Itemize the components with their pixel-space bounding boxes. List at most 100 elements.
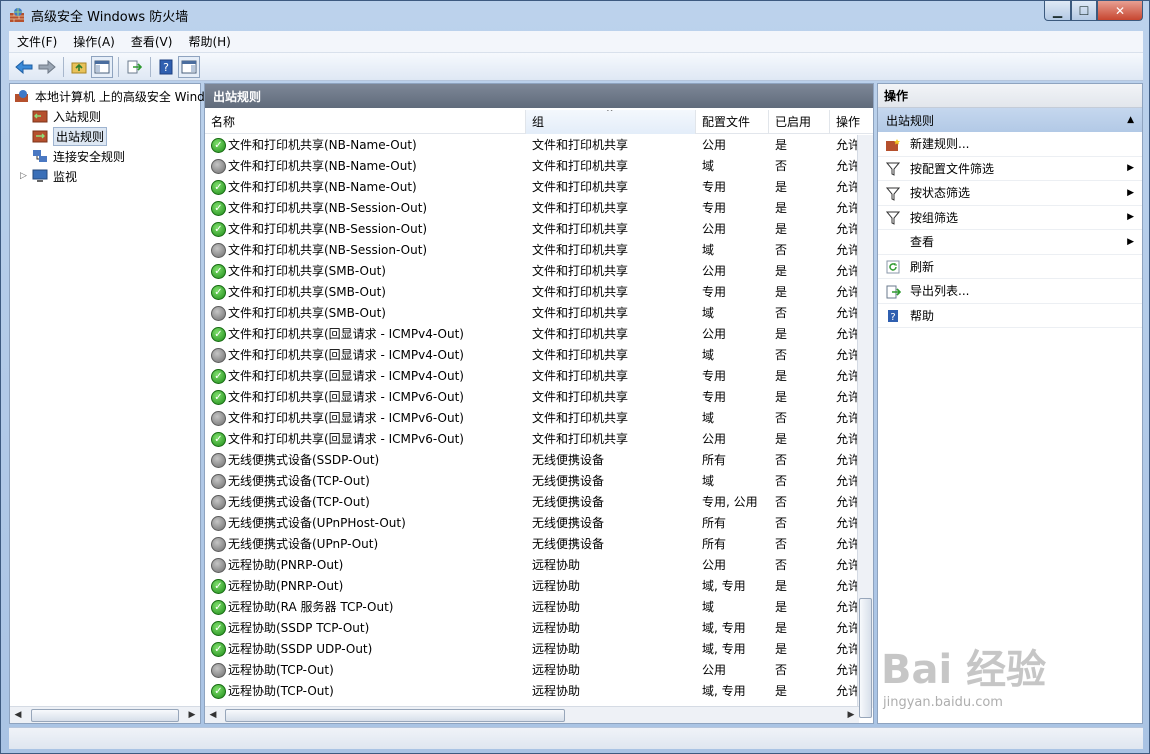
cell-group: 文件和打印机共享 xyxy=(532,411,629,425)
tree-horizontal-scrollbar[interactable]: ◀ ▶ xyxy=(10,706,200,723)
menu-help[interactable]: 帮助(H) xyxy=(180,33,238,50)
table-row[interactable]: 文件和打印机共享(NB-Name-Out) 文件和打印机共享 域 否 允许 xyxy=(205,156,859,177)
export-list-button[interactable] xyxy=(123,56,145,78)
cell-enabled: 是 xyxy=(775,180,788,194)
cell-enabled: 是 xyxy=(775,579,788,593)
forward-button[interactable] xyxy=(36,56,58,78)
back-button[interactable] xyxy=(13,56,35,78)
column-header-group[interactable]: 组 ^ xyxy=(526,110,696,134)
cell-action: 允许 xyxy=(836,348,859,362)
table-row[interactable]: ✓ 文件和打印机共享(NB-Session-Out) 文件和打印机共享 公用 是 允许 xyxy=(205,219,859,240)
column-header-enabled[interactable]: 已启用 xyxy=(769,110,830,134)
table-row[interactable]: 远程协助(TCP-Out) 远程协助 公用 否 允许 xyxy=(205,660,859,681)
toolbar-separator xyxy=(118,56,119,77)
table-row[interactable]: ✓ 远程协助(PNRP-Out) 远程协助 域, 专用 是 允许 xyxy=(205,576,859,597)
cell-action: 允许 xyxy=(836,621,859,635)
show-hide-action-pane-button[interactable] xyxy=(178,55,200,78)
tree-root[interactable]: 本地计算机 上的高级安全 Wind xyxy=(14,86,205,106)
action-item[interactable]: 刷新 xyxy=(878,255,1142,279)
cell-name: 文件和打印机共享(NB-Session-Out) xyxy=(228,201,428,215)
action-item[interactable]: ? 帮助 xyxy=(878,304,1142,328)
action-item[interactable]: 按状态筛选 ▶ xyxy=(878,181,1142,206)
cell-name: 文件和打印机共享(回显请求 - ICMPv4-Out) xyxy=(228,369,464,383)
cell-action: 允许 xyxy=(836,138,859,152)
column-header-profile[interactable]: 配置文件 xyxy=(696,110,769,134)
table-row[interactable]: ✓ 远程协助(RA 服务器 TCP-Out) 远程协助 域 是 允许 xyxy=(205,597,859,618)
title-bar[interactable]: 高级安全 Windows 防火墙 ▁ ☐ ✕ xyxy=(1,1,1149,29)
table-row[interactable]: ✓ 文件和打印机共享(NB-Name-Out) 文件和打印机共享 公用 是 允许 xyxy=(205,135,859,156)
scroll-right-arrow-icon[interactable]: ▶ xyxy=(184,710,200,720)
minimize-button[interactable]: ▁ xyxy=(1044,1,1071,21)
action-item[interactable]: 按配置文件筛选 ▶ xyxy=(878,157,1142,181)
cell-group: 文件和打印机共享 xyxy=(532,285,629,299)
table-row[interactable]: ✓ 文件和打印机共享(回显请求 - ICMPv4-Out) 文件和打印机共享 公用 是 允… xyxy=(205,324,859,345)
menu-action[interactable]: 操作(A) xyxy=(65,33,123,50)
table-row[interactable]: 无线便携式设备(TCP-Out) 无线便携设备 专用, 公用 否 允许 xyxy=(205,492,859,513)
table-row[interactable]: 无线便携式设备(SSDP-Out) 无线便携设备 所有 否 允许 xyxy=(205,450,859,471)
rules-vertical-scrollbar[interactable] xyxy=(857,135,873,718)
action-label: 刷新 xyxy=(910,259,935,274)
rules-horizontal-scrollbar[interactable]: ◀ ▶ xyxy=(205,706,859,723)
collapse-icon[interactable]: ▲ xyxy=(1127,115,1134,125)
scroll-thumb[interactable] xyxy=(859,598,872,718)
maximize-button[interactable]: ☐ xyxy=(1071,1,1097,21)
cell-name: 文件和打印机共享(回显请求 - ICMPv6-Out) xyxy=(228,432,464,446)
table-row[interactable]: 无线便携式设备(TCP-Out) 无线便携设备 域 否 允许 xyxy=(205,471,859,492)
tree-item-connection-security-rules[interactable]: 连接安全规则 xyxy=(32,146,125,166)
action-item[interactable]: 按组筛选 ▶ xyxy=(878,206,1142,230)
menu-file[interactable]: 文件(F) xyxy=(9,33,65,50)
table-row[interactable]: ✓ 文件和打印机共享(回显请求 - ICMPv6-Out) 文件和打印机共享 专用 是 允… xyxy=(205,387,859,408)
up-folder-button[interactable] xyxy=(68,56,90,78)
actions-section-outbound[interactable]: 出站规则 ▲ xyxy=(878,108,1142,132)
table-row[interactable]: 无线便携式设备(UPnP-Out) 无线便携设备 所有 否 允许 xyxy=(205,534,859,555)
column-header-action[interactable]: 操作 xyxy=(830,110,873,134)
tree-item-monitoring[interactable]: ▷ 监视 xyxy=(20,166,77,186)
table-row[interactable]: 文件和打印机共享(NB-Session-Out) 文件和打印机共享 域 否 允许 xyxy=(205,240,859,261)
table-row[interactable]: ✓ 远程协助(TCP-Out) 远程协助 域, 专用 是 允许 xyxy=(205,681,859,702)
table-row[interactable]: 文件和打印机共享(回显请求 - ICMPv4-Out) 文件和打印机共享 域 否 允许 xyxy=(205,345,859,366)
cell-name: 远程协助(RA 服务器 TCP-Out) xyxy=(228,600,394,614)
scroll-thumb[interactable] xyxy=(225,708,565,722)
cell-enabled: 是 xyxy=(775,264,788,278)
table-row[interactable]: ✓ 文件和打印机共享(回显请求 - ICMPv6-Out) 文件和打印机共享 公用 是 允… xyxy=(205,429,859,450)
close-button[interactable]: ✕ xyxy=(1097,1,1143,21)
cell-action: 允许 xyxy=(836,201,859,215)
action-item[interactable]: 查看 ▶ xyxy=(878,230,1142,255)
tree-item-inbound-rules[interactable]: 入站规则 xyxy=(32,106,101,126)
table-row[interactable]: 文件和打印机共享(SMB-Out) 文件和打印机共享 域 否 允许 xyxy=(205,303,859,324)
tree-item-label: 入站规则 xyxy=(53,109,102,124)
status-bar xyxy=(9,727,1143,749)
table-row[interactable]: ✓ 文件和打印机共享(NB-Session-Out) 文件和打印机共享 专用 是 允许 xyxy=(205,198,859,219)
cell-group: 文件和打印机共享 xyxy=(532,264,629,278)
column-header-group-label: 组 xyxy=(532,115,545,129)
column-header-name[interactable]: 名称 xyxy=(205,110,526,134)
scroll-right-arrow-icon[interactable]: ▶ xyxy=(843,710,859,720)
table-row[interactable]: 文件和打印机共享(回显请求 - ICMPv6-Out) 文件和打印机共享 域 否 允许 xyxy=(205,408,859,429)
table-row[interactable]: ✓ 文件和打印机共享(SMB-Out) 文件和打印机共享 专用 是 允许 xyxy=(205,282,859,303)
help-button[interactable]: ? xyxy=(155,56,177,78)
cell-group: 远程协助 xyxy=(532,684,581,698)
table-row[interactable]: 远程协助(PNRP-Out) 远程协助 公用 否 允许 xyxy=(205,555,859,576)
expand-arrow-icon[interactable]: ▷ xyxy=(20,171,32,181)
menu-view[interactable]: 查看(V) xyxy=(123,33,181,50)
action-item[interactable]: 导出列表... xyxy=(878,279,1142,304)
cell-profile: 所有 xyxy=(702,453,727,467)
table-row[interactable]: 无线便携式设备(UPnPHost-Out) 无线便携设备 所有 否 允许 xyxy=(205,513,859,534)
table-row[interactable]: ✓ 文件和打印机共享(NB-Name-Out) 文件和打印机共享 专用 是 允许 xyxy=(205,177,859,198)
scroll-left-arrow-icon[interactable]: ◀ xyxy=(205,710,221,720)
scroll-left-arrow-icon[interactable]: ◀ xyxy=(10,710,26,720)
cell-name: 文件和打印机共享(回显请求 - ICMPv6-Out) xyxy=(228,411,464,425)
inbound-rules-icon xyxy=(32,110,48,123)
rule-enabled-icon: ✓ xyxy=(211,579,226,594)
table-row[interactable]: ✓ 文件和打印机共享(SMB-Out) 文件和打印机共享 公用 是 允许 xyxy=(205,261,859,282)
show-hide-tree-button[interactable] xyxy=(91,55,113,78)
action-item[interactable]: 新建规则... xyxy=(878,132,1142,157)
table-row[interactable]: ✓ 远程协助(SSDP UDP-Out) 远程协助 域, 专用 是 允许 xyxy=(205,639,859,660)
cell-action: 允许 xyxy=(836,159,859,173)
cell-group: 文件和打印机共享 xyxy=(532,432,629,446)
table-row[interactable]: ✓ 文件和打印机共享(回显请求 - ICMPv4-Out) 文件和打印机共享 专用 是 允… xyxy=(205,366,859,387)
rule-enabled-icon: ✓ xyxy=(211,432,226,447)
scroll-thumb[interactable] xyxy=(31,708,179,722)
tree-item-outbound-rules[interactable]: 出站规则 xyxy=(32,126,108,146)
table-row[interactable]: ✓ 远程协助(SSDP TCP-Out) 远程协助 域, 专用 是 允许 xyxy=(205,618,859,639)
